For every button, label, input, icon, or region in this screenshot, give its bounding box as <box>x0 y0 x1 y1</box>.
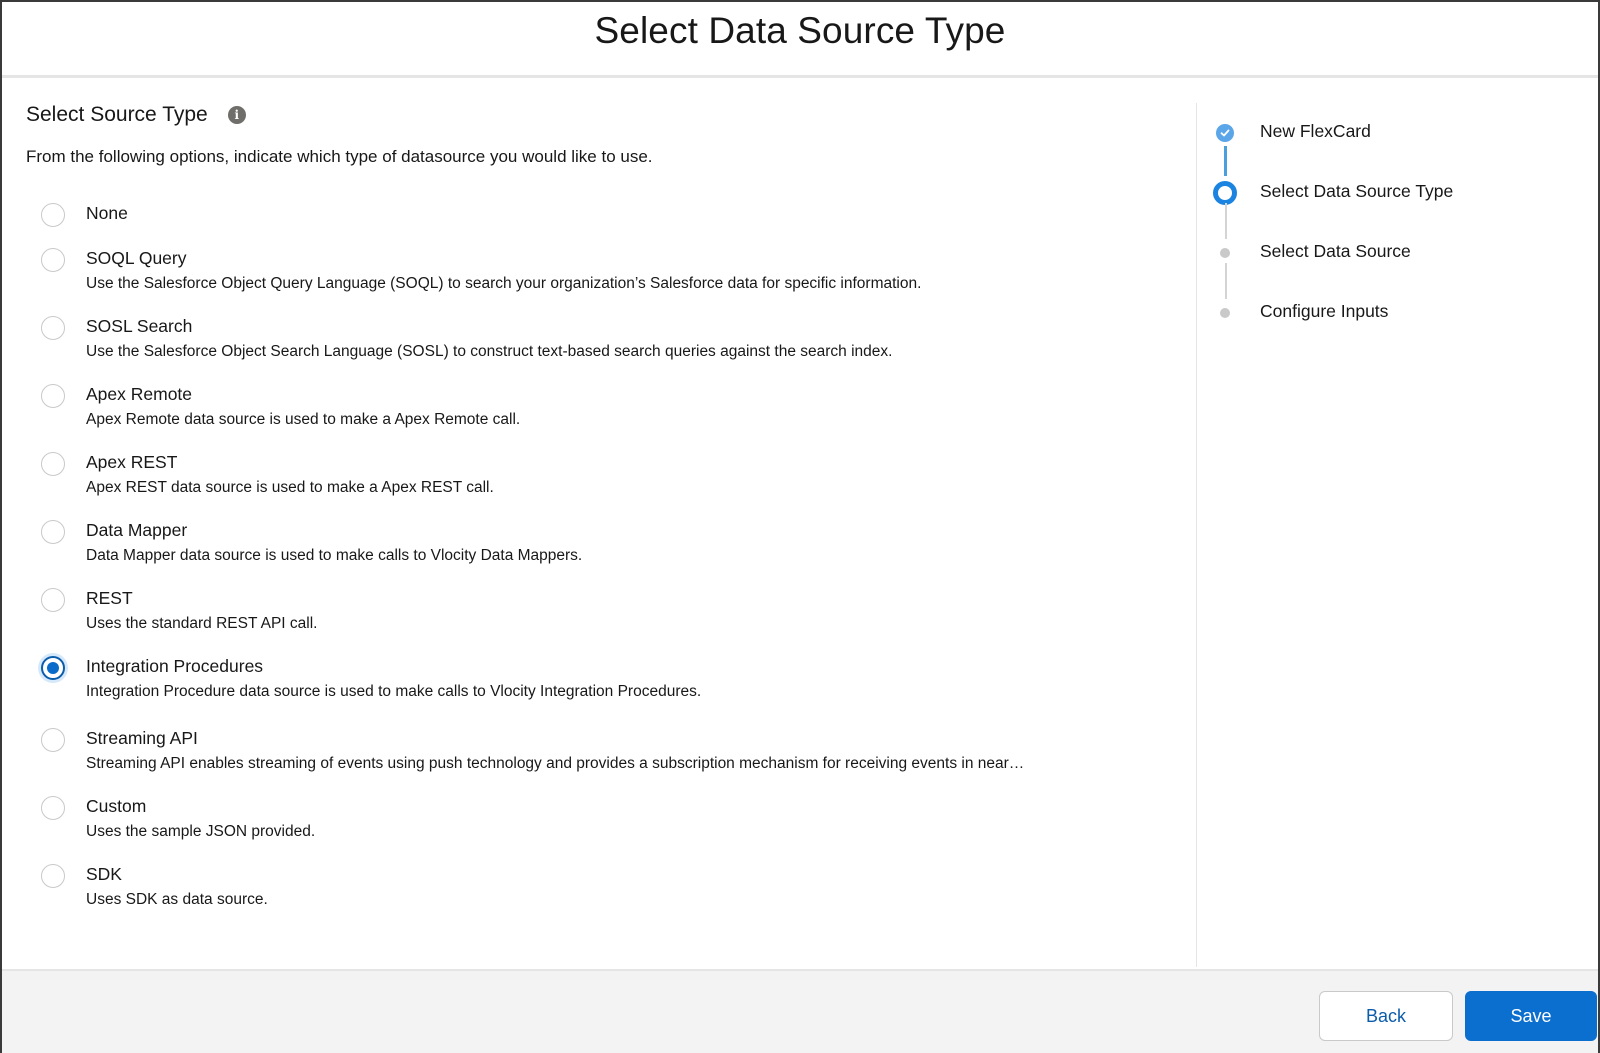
option-sdk[interactable]: SDK Uses SDK as data source. <box>26 860 1176 928</box>
back-button[interactable]: Back <box>1319 991 1453 1041</box>
option-sosl-search[interactable]: SOSL Search Use the Salesforce Object Se… <box>26 312 1176 380</box>
radio-rest[interactable] <box>41 588 65 612</box>
current-step-icon <box>1213 181 1237 205</box>
radio-streaming-api[interactable] <box>41 728 65 752</box>
vertical-divider <box>1196 103 1197 967</box>
step-configure-inputs: Configure Inputs <box>1212 301 1582 361</box>
progress-steps: New FlexCard Select Data Source Type Sel… <box>1212 121 1582 361</box>
option-label[interactable]: Data Mapper <box>86 520 187 541</box>
check-icon <box>1216 124 1234 142</box>
source-type-radio-group: None SOQL Query Use the Salesforce Objec… <box>26 199 1176 928</box>
radio-apex-rest[interactable] <box>41 452 65 476</box>
step-connector <box>1224 146 1227 176</box>
radio-integration-procedures[interactable] <box>41 656 65 680</box>
option-rest[interactable]: REST Uses the standard REST API call. <box>26 584 1176 652</box>
section-description: From the following options, indicate whi… <box>26 147 653 166</box>
option-custom[interactable]: Custom Uses the sample JSON provided. <box>26 792 1176 860</box>
pending-step-icon <box>1220 308 1230 318</box>
info-icon[interactable]: i <box>227 106 246 124</box>
option-label[interactable]: Integration Procedures <box>86 656 263 677</box>
section-title: Select Source Type i <box>26 103 246 127</box>
option-integration-procedures[interactable]: Integration Procedures Integration Proce… <box>26 652 1176 724</box>
option-label[interactable]: SOSL Search <box>86 316 192 337</box>
radio-custom[interactable] <box>41 796 65 820</box>
radio-soql-query[interactable] <box>41 248 65 272</box>
option-none[interactable]: None <box>26 199 1176 244</box>
save-button[interactable]: Save <box>1465 991 1597 1041</box>
step-label: Select Data Source <box>1260 241 1411 261</box>
modal-header: Select Data Source Type <box>2 2 1598 78</box>
radio-none[interactable] <box>41 203 65 227</box>
step-select-data-source-type: Select Data Source Type <box>1212 181 1582 241</box>
modal-title: Select Data Source Type <box>594 9 1006 51</box>
option-soql-query[interactable]: SOQL Query Use the Salesforce Object Que… <box>26 244 1176 312</box>
option-label[interactable]: Custom <box>86 796 146 817</box>
pending-step-icon <box>1220 248 1230 258</box>
option-label[interactable]: Apex Remote <box>86 384 192 405</box>
radio-apex-remote[interactable] <box>41 384 65 408</box>
modal-footer: Back Save <box>2 969 1598 1053</box>
option-description: Uses the sample JSON provided. <box>86 823 316 840</box>
option-description: Uses the standard REST API call. <box>86 615 318 632</box>
source-type-panel: Select Source Type i From the following … <box>26 81 1176 969</box>
step-connector <box>1224 263 1227 299</box>
step-label: New FlexCard <box>1260 121 1371 141</box>
step-new-flexcard: New FlexCard <box>1212 121 1582 181</box>
option-description: Apex Remote data source is used to make … <box>86 411 521 428</box>
step-connector <box>1224 203 1227 239</box>
modal: Select Data Source Type Select Source Ty… <box>0 0 1600 1053</box>
radio-sosl-search[interactable] <box>41 316 65 340</box>
option-description: Streaming API enables streaming of event… <box>86 755 1025 772</box>
step-select-data-source: Select Data Source <box>1212 241 1582 301</box>
modal-body: Select Source Type i From the following … <box>2 81 1598 969</box>
option-description: Uses SDK as data source. <box>86 891 268 908</box>
option-data-mapper[interactable]: Data Mapper Data Mapper data source is u… <box>26 516 1176 584</box>
option-description: Data Mapper data source is used to make … <box>86 547 583 564</box>
option-apex-rest[interactable]: Apex REST Apex REST data source is used … <box>26 448 1176 516</box>
step-label: Configure Inputs <box>1260 301 1389 321</box>
step-label: Select Data Source Type <box>1260 181 1454 201</box>
section-title-text: Select Source Type <box>26 103 208 126</box>
option-description: Use the Salesforce Object Search Languag… <box>86 343 893 360</box>
radio-sdk[interactable] <box>41 864 65 888</box>
option-apex-remote[interactable]: Apex Remote Apex Remote data source is u… <box>26 380 1176 448</box>
option-label[interactable]: REST <box>86 588 133 609</box>
option-label[interactable]: Apex REST <box>86 452 177 473</box>
radio-data-mapper[interactable] <box>41 520 65 544</box>
option-label[interactable]: Streaming API <box>86 728 198 749</box>
option-streaming-api[interactable]: Streaming API Streaming API enables stre… <box>26 724 1176 792</box>
option-description: Apex REST data source is used to make a … <box>86 479 494 496</box>
option-description: Integration Procedure data source is use… <box>86 683 702 700</box>
option-label[interactable]: None <box>86 203 128 224</box>
option-label[interactable]: SOQL Query <box>86 248 187 269</box>
option-description: Use the Salesforce Object Query Language… <box>86 275 922 292</box>
option-label[interactable]: SDK <box>86 864 122 885</box>
